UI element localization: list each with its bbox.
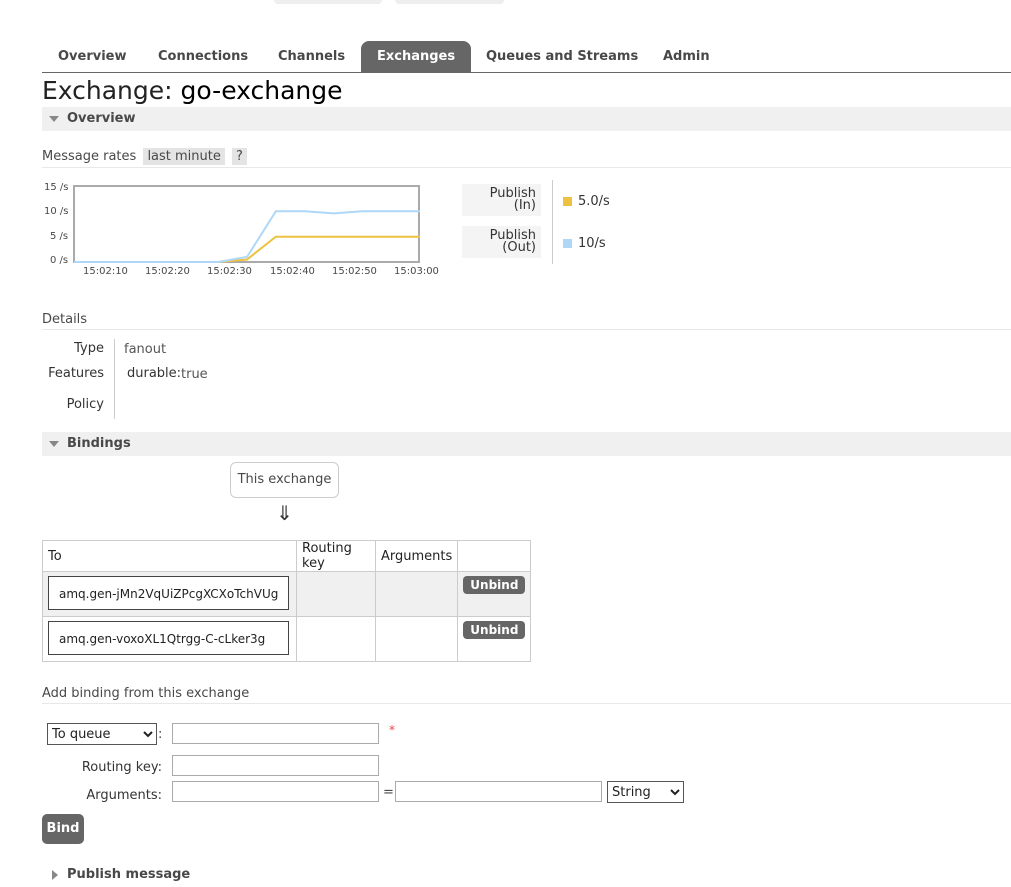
features-label: Features: [48, 366, 104, 381]
publish-in-rate: 5.0/s: [578, 194, 610, 209]
chart-plot-area: [73, 185, 420, 263]
publish-message-label: Publish message: [67, 867, 191, 882]
publish-out-rate: 10/s: [578, 236, 606, 251]
x-tick-label: 15:02:30: [207, 266, 252, 277]
type-label: Type: [74, 341, 104, 356]
legend-swatch-icon: [563, 239, 572, 248]
details-heading: Details: [42, 312, 1011, 330]
exchange-name: go-exchange: [180, 76, 343, 105]
tab-exchanges[interactable]: Exchanges: [361, 41, 472, 73]
page-title-prefix: Exchange:: [42, 76, 173, 105]
table-row: amq.gen-voxoXL1Qtrgg-C-cLker3g Unbind: [42, 616, 532, 662]
tab-queues-and-streams[interactable]: Queues and Streams: [470, 41, 654, 73]
bindings-section-label: Bindings: [67, 436, 131, 451]
y-tick-label: 0 /s: [50, 255, 69, 266]
chart-frame: [73, 185, 420, 263]
tab-divider: [42, 72, 1011, 73]
bind-button[interactable]: Bind: [42, 814, 84, 844]
destination-type-select[interactable]: To queue To exchange: [47, 723, 157, 745]
legend-label: (Out): [502, 240, 536, 255]
feature-key: durable:: [127, 366, 182, 381]
legend-divider: [552, 180, 553, 264]
publish-message-section-toggle[interactable]: Publish message: [42, 863, 1011, 887]
overview-section-label: Overview: [67, 111, 136, 126]
rates-period-toggle[interactable]: last minute: [143, 148, 225, 165]
y-tick-label: 10 /s: [44, 206, 69, 217]
top-button-stub[interactable]: [395, 0, 504, 4]
bindings-section-toggle[interactable]: Bindings: [42, 432, 1011, 456]
type-value: fanout: [124, 342, 167, 357]
legend-swatch-icon: [563, 197, 572, 206]
tab-connections[interactable]: Connections: [142, 41, 264, 73]
equals-sign: =: [383, 785, 394, 800]
x-tick-label: 15:02:40: [270, 266, 315, 277]
arguments-label: Arguments:: [86, 788, 162, 803]
x-tick-label: 15:02:10: [83, 266, 128, 277]
collapse-triangle-icon: [49, 116, 59, 122]
details-heading-label: Details: [42, 312, 88, 327]
add-binding-heading: Add binding from this exchange: [42, 686, 1011, 704]
tab-channels[interactable]: Channels: [262, 41, 361, 73]
x-tick-label: 15:02:50: [332, 266, 377, 277]
top-button-stub[interactable]: [274, 0, 382, 4]
x-tick-label: 15:03:00: [394, 266, 439, 277]
bindings-table: To Routing key Arguments amq.gen-jMn2VqU…: [42, 540, 532, 662]
unbind-button[interactable]: Unbind: [463, 576, 526, 594]
required-marker: *: [389, 723, 395, 737]
policy-label: Policy: [66, 397, 104, 412]
legend-publish-in: Publish (In): [462, 184, 541, 216]
table-header-row: To Routing key Arguments: [42, 540, 532, 572]
argument-type-select[interactable]: String Number Boolean List: [607, 781, 684, 803]
colon-label: :: [158, 727, 163, 742]
argument-value-input[interactable]: [395, 781, 602, 802]
routing-key-cell: [296, 616, 376, 662]
page-title: Exchange: go-exchange: [42, 76, 343, 105]
collapse-triangle-icon: [49, 441, 59, 447]
destination-name-input[interactable]: [172, 723, 379, 744]
overview-section-toggle[interactable]: Overview: [42, 107, 1011, 131]
feature-value: true: [181, 367, 208, 382]
column-header-to: To: [42, 540, 297, 572]
down-arrow-icon: ⇓: [276, 501, 293, 525]
arguments-cell: [374, 571, 459, 617]
add-binding-heading-label: Add binding from this exchange: [42, 686, 250, 701]
queue-link[interactable]: amq.gen-jMn2VqUiZPcgXCXoTchVUg: [48, 576, 289, 610]
routing-key-input[interactable]: [172, 755, 379, 776]
column-header-actions: [457, 540, 532, 572]
tab-overview[interactable]: Overview: [42, 41, 143, 73]
y-tick-label: 15 /s: [44, 182, 69, 193]
unbind-button[interactable]: Unbind: [463, 621, 526, 639]
routing-key-cell: [296, 571, 376, 617]
column-header-arguments: Arguments: [374, 540, 459, 572]
this-exchange-node: This exchange: [230, 462, 339, 498]
message-rates-label: Message rates: [42, 149, 137, 164]
argument-key-input[interactable]: [172, 781, 379, 802]
help-button[interactable]: ?: [232, 148, 247, 165]
x-tick-label: 15:02:20: [145, 266, 190, 277]
legend-label: (In): [513, 198, 536, 213]
column-header-routing-key: Routing key: [296, 540, 376, 572]
message-rates-header: Message rates last minute ?: [42, 148, 1011, 168]
queue-link[interactable]: amq.gen-voxoXL1Qtrgg-C-cLker3g: [48, 621, 289, 655]
details-divider: [114, 339, 115, 419]
legend-publish-out: Publish (Out): [462, 226, 541, 258]
tab-admin[interactable]: Admin: [647, 41, 726, 73]
table-row: amq.gen-jMn2VqUiZPcgXCXoTchVUg Unbind: [42, 571, 532, 617]
routing-key-label: Routing key:: [81, 760, 162, 775]
y-tick-label: 5 /s: [50, 231, 69, 242]
arguments-cell: [374, 616, 459, 662]
expand-triangle-icon: [52, 870, 58, 880]
